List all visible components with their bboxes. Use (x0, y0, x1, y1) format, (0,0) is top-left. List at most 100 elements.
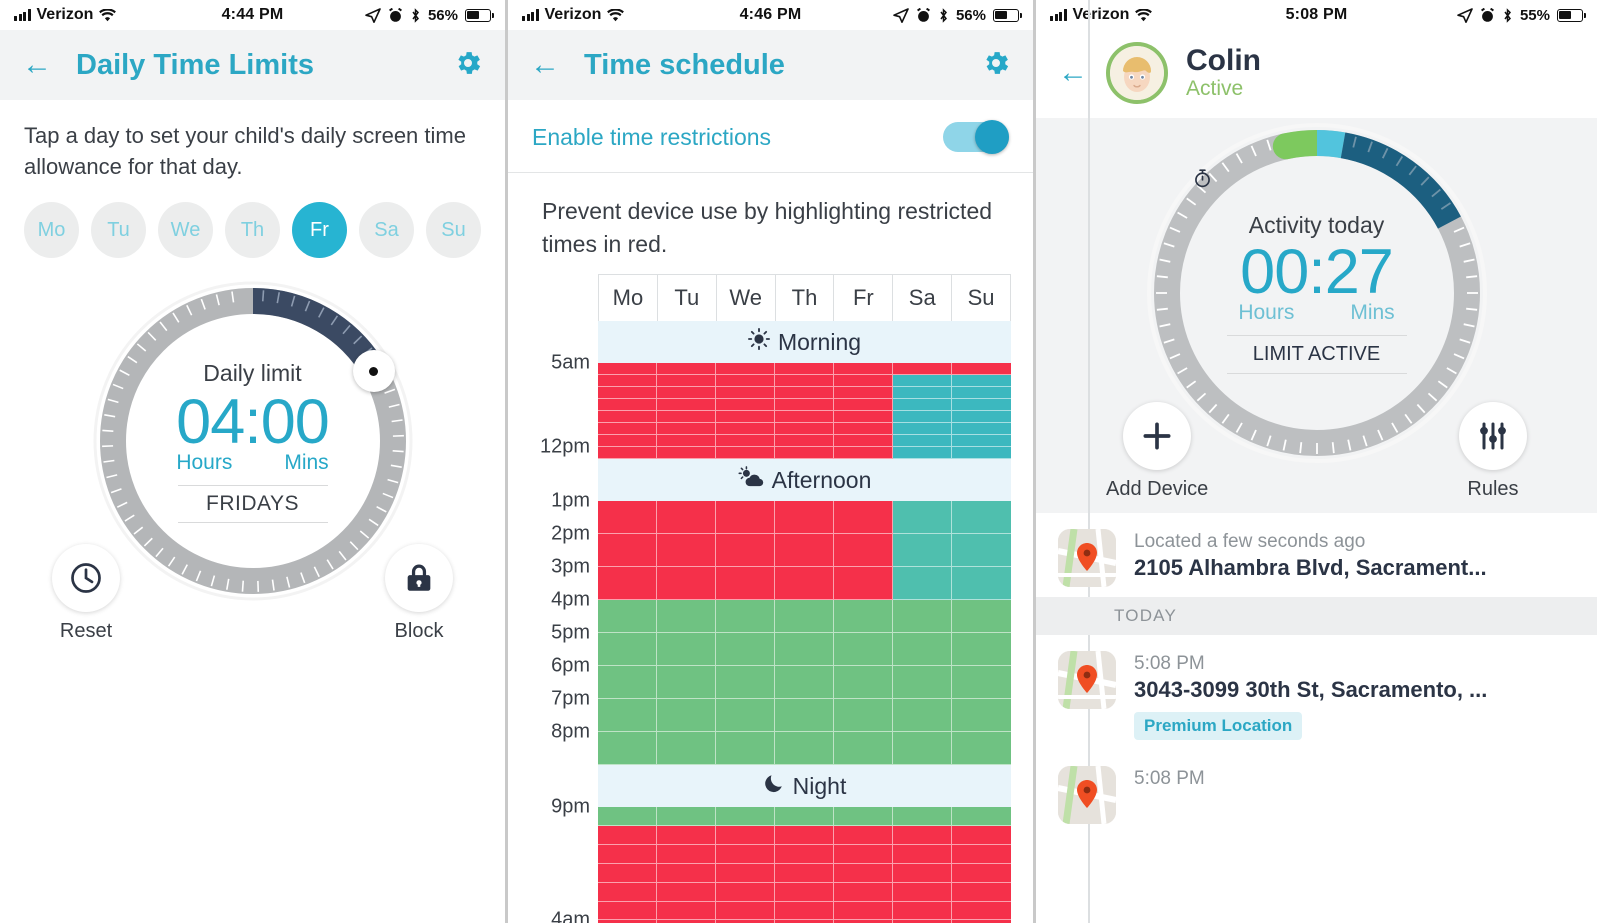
schedule-cell[interactable] (598, 633, 657, 667)
reset-action[interactable]: Reset (52, 544, 120, 643)
schedule-cell[interactable] (834, 600, 893, 634)
schedule-cell[interactable] (598, 387, 657, 400)
schedule-cell[interactable] (893, 882, 952, 902)
schedule-cell[interactable] (716, 567, 775, 601)
schedule-cell[interactable] (893, 447, 952, 460)
schedule-cell[interactable] (657, 600, 716, 634)
block-action[interactable]: Block (385, 544, 453, 643)
schedule-cell[interactable] (893, 863, 952, 883)
schedule-cell[interactable] (834, 666, 893, 700)
schedule-cell[interactable] (893, 387, 952, 400)
schedule-cell[interactable] (775, 699, 834, 733)
schedule-cell[interactable] (598, 807, 657, 827)
schedule-cell[interactable] (775, 807, 834, 827)
day-chip-we[interactable]: We (158, 202, 213, 259)
schedule-cell[interactable] (657, 826, 716, 845)
schedule-cell[interactable] (657, 423, 716, 436)
schedule-cell[interactable] (834, 845, 893, 864)
schedule-cell[interactable] (834, 633, 893, 667)
schedule-cell[interactable] (834, 901, 893, 921)
schedule-cell[interactable] (716, 534, 775, 568)
list-item[interactable]: Located a few seconds ago 2105 Alhambra … (1036, 513, 1597, 597)
schedule-cell[interactable] (657, 807, 716, 827)
schedule-cell[interactable] (952, 882, 1011, 902)
list-item[interactable]: 5:08 PM 3043-3099 30th St, Sacramento, .… (1036, 635, 1597, 750)
schedule-cell[interactable] (657, 633, 716, 667)
rules-action[interactable]: Rules (1459, 402, 1527, 501)
schedule-cell[interactable] (893, 600, 952, 634)
schedule-cell[interactable] (775, 501, 834, 535)
schedule-cell[interactable] (598, 411, 657, 424)
schedule-cell[interactable] (775, 633, 834, 667)
day-chip-th[interactable]: Th (225, 202, 280, 259)
schedule-cell[interactable] (775, 732, 834, 766)
schedule-cell[interactable] (716, 387, 775, 400)
schedule-cell[interactable] (716, 845, 775, 864)
schedule-cell[interactable] (893, 633, 952, 667)
schedule-cell[interactable] (598, 732, 657, 766)
schedule-cell[interactable] (952, 807, 1011, 827)
schedule-cell[interactable] (598, 423, 657, 436)
schedule-cell[interactable] (775, 375, 834, 388)
back-arrow-icon[interactable]: ← (530, 50, 560, 80)
schedule-cell[interactable] (598, 375, 657, 388)
enable-restrictions-row[interactable]: Enable time restrictions (508, 100, 1033, 173)
schedule-cell[interactable] (598, 845, 657, 864)
schedule-cell[interactable] (834, 387, 893, 400)
schedule-cell[interactable] (657, 375, 716, 388)
schedule-cell[interactable] (598, 447, 657, 460)
schedule-cell[interactable] (893, 807, 952, 827)
schedule-cell[interactable] (657, 399, 716, 412)
schedule-cell[interactable] (834, 375, 893, 388)
schedule-cell[interactable] (952, 501, 1011, 535)
schedule-cell[interactable] (834, 447, 893, 460)
schedule-cell[interactable] (598, 901, 657, 921)
schedule-cell[interactable] (952, 826, 1011, 845)
schedule-cell[interactable] (775, 423, 834, 436)
schedule-cell[interactable] (657, 699, 716, 733)
schedule-cell[interactable] (598, 501, 657, 535)
schedule-cell[interactable] (716, 633, 775, 667)
schedule-cell[interactable] (598, 826, 657, 845)
avatar[interactable] (1106, 42, 1168, 104)
gear-icon[interactable] (981, 48, 1011, 83)
schedule-cell[interactable] (657, 387, 716, 400)
schedule-cell[interactable] (598, 435, 657, 448)
schedule-cell[interactable] (893, 732, 952, 766)
day-chip-fr[interactable]: Fr (292, 202, 347, 259)
schedule-cell[interactable] (775, 666, 834, 700)
schedule-cell[interactable] (893, 411, 952, 424)
schedule-cell[interactable] (775, 387, 834, 400)
day-chip-sa[interactable]: Sa (359, 202, 414, 259)
schedule-cell[interactable] (598, 534, 657, 568)
enable-restrictions-toggle[interactable] (943, 120, 1009, 154)
schedule-cell[interactable] (952, 387, 1011, 400)
schedule-cell[interactable] (952, 863, 1011, 883)
schedule-cell[interactable] (657, 501, 716, 535)
schedule-cell[interactable] (657, 845, 716, 864)
schedule-cell[interactable] (775, 447, 834, 460)
schedule-cell[interactable] (598, 666, 657, 700)
schedule-cell[interactable] (716, 423, 775, 436)
schedule-cell[interactable] (775, 600, 834, 634)
schedule-cell[interactable] (657, 863, 716, 883)
schedule-cell[interactable] (716, 666, 775, 700)
schedule-cell[interactable] (952, 666, 1011, 700)
schedule-cell[interactable] (893, 501, 952, 535)
schedule-cell[interactable] (834, 699, 893, 733)
schedule-cell[interactable] (834, 807, 893, 827)
schedule-cell[interactable] (657, 882, 716, 902)
schedule-cell[interactable] (716, 901, 775, 921)
schedule-cell[interactable] (893, 399, 952, 412)
back-arrow-icon[interactable]: ← (1058, 58, 1088, 88)
schedule-cell[interactable] (598, 699, 657, 733)
reset-button[interactable] (52, 544, 120, 613)
schedule-cell[interactable] (893, 435, 952, 448)
schedule-cell[interactable] (775, 411, 834, 424)
schedule-cell[interactable] (834, 363, 893, 376)
schedule-cell[interactable] (952, 901, 1011, 921)
schedule-cell[interactable] (952, 399, 1011, 412)
schedule-cell[interactable] (775, 845, 834, 864)
schedule-cell[interactable] (716, 411, 775, 424)
schedule-cell[interactable] (952, 732, 1011, 766)
